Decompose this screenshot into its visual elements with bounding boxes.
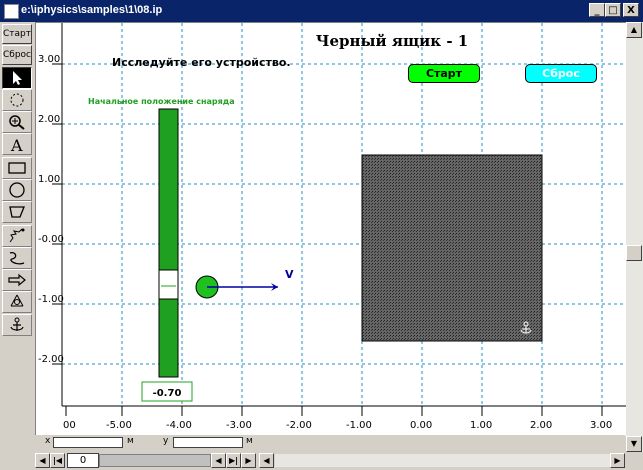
minimize-button[interactable]: _ — [589, 3, 605, 17]
reset-button[interactable]: Сброс — [2, 45, 32, 65]
rectangle-icon — [8, 162, 26, 174]
grid-lines: 00 -5.00 -4.00 -3.00 -2.00 -1.00 0.00 1.… — [38, 23, 626, 431]
rotate-icon — [10, 93, 24, 107]
x-tick-label: -3.00 — [226, 420, 252, 431]
slider-label: Начальное положение снаряда — [88, 97, 235, 106]
y-tick-label: -2.00 — [38, 354, 64, 365]
x-tick-label: -2.00 — [286, 420, 312, 431]
spring-tool[interactable] — [2, 225, 32, 247]
rotate-tool[interactable] — [2, 89, 32, 111]
circle-tool[interactable] — [2, 179, 32, 201]
position-slider-track[interactable] — [158, 108, 179, 378]
svg-text:A: A — [10, 136, 23, 152]
force-tool[interactable] — [2, 269, 32, 291]
page-number-field[interactable]: 0 — [67, 453, 99, 468]
y-coord-field — [173, 437, 243, 448]
x-coord-label: x — [45, 436, 51, 446]
zoom-icon — [9, 115, 25, 130]
close-button[interactable]: X — [623, 3, 639, 17]
y-tick-label: 2.00 — [38, 114, 60, 125]
spring-icon — [9, 228, 25, 243]
y-coord-label: y — [163, 436, 169, 446]
x-tick-labels: 00 -5.00 -4.00 -3.00 -2.00 -1.00 0.00 1.… — [63, 420, 612, 431]
x-tick-label: -1.00 — [346, 420, 372, 431]
page-last-icon[interactable]: ▶ — [241, 453, 256, 468]
scene-title: Черный ящик - 1 — [316, 32, 468, 50]
x-tick-label: 3.00 — [590, 420, 612, 431]
circle-icon — [9, 182, 25, 198]
rope-tool[interactable] — [2, 247, 32, 269]
pendulum-icon — [10, 294, 24, 307]
y-tick-label: -1.00 — [38, 294, 64, 305]
page-first-icon[interactable]: |◀ — [50, 453, 65, 468]
zoom-tool[interactable] — [2, 111, 32, 133]
text-tool[interactable]: A — [2, 133, 32, 155]
force-icon — [8, 273, 26, 287]
x-coord-field — [53, 437, 123, 448]
anchor-tool[interactable] — [2, 314, 32, 336]
scene-start-button[interactable]: Старт — [408, 64, 480, 83]
position-slider-thumb[interactable] — [158, 269, 179, 300]
title-bar: e:\iphysics\samples\1\08.ip _ □ X — [0, 0, 643, 22]
y-tick-label: -0.00 — [38, 234, 64, 245]
scene-subtitle: Исследуйте его устройство. — [112, 56, 291, 69]
text-icon: A — [10, 136, 23, 152]
horizontal-scrollbar: ◀ |◀ 0 ◀ ▶| ▶ ◀ ▶ — [35, 451, 626, 470]
polygon-icon — [9, 206, 25, 218]
scroll-down-icon[interactable]: ▼ — [626, 436, 642, 452]
x-tick-label: 0.00 — [410, 420, 432, 431]
vertical-scrollbar[interactable]: ▲ ▼ — [626, 22, 643, 452]
page-prev-icon[interactable]: ◀ — [211, 453, 226, 468]
simulation-canvas[interactable]: 00 -5.00 -4.00 -3.00 -2.00 -1.00 0.00 1.… — [35, 22, 626, 436]
x-tick-label: 00 — [63, 420, 76, 431]
window-title: e:\iphysics\samples\1\08.ip — [21, 4, 163, 16]
slider-value: -0.70 — [153, 388, 182, 399]
scroll-left-icon[interactable]: ◀ — [259, 453, 274, 468]
y-ticks — [52, 63, 62, 365]
x-tick-label: 2.00 — [530, 420, 552, 431]
maximize-button[interactable]: □ — [605, 3, 621, 17]
y-tick-labels: 3.00 2.00 1.00 -0.00 -1.00 -2.00 — [38, 54, 64, 365]
x-tick-label: 1.00 — [470, 420, 492, 431]
x-tick-label: -5.00 — [106, 420, 132, 431]
arrow-icon — [13, 71, 22, 85]
polygon-tool[interactable] — [2, 201, 32, 223]
y-tick-label: 3.00 — [38, 54, 60, 65]
scene-reset-button[interactable]: Сброс — [525, 64, 597, 83]
rectangle-tool[interactable] — [2, 157, 32, 179]
scroll-right-icon[interactable]: ▶ — [610, 453, 625, 468]
tool-palette: Старт Сброс A — [0, 22, 34, 470]
app-icon — [4, 4, 19, 19]
start-button[interactable]: Старт — [2, 24, 32, 44]
y-tick-label: 1.00 — [38, 174, 60, 185]
arrow-tool[interactable] — [2, 67, 32, 89]
anchor-icon — [10, 317, 24, 331]
x-unit-label: м — [127, 436, 134, 446]
scroll-up-icon[interactable]: ▲ — [626, 22, 642, 38]
black-box[interactable] — [361, 154, 543, 342]
scroll-thumb[interactable] — [626, 245, 642, 261]
rope-icon — [9, 252, 25, 265]
velocity-label: V — [285, 268, 294, 281]
page-track[interactable] — [99, 454, 211, 467]
scroll-left-icon[interactable]: ◀ — [35, 453, 50, 468]
page-next-icon[interactable]: ▶| — [226, 453, 241, 468]
coordinate-bar: x м y м — [35, 435, 625, 450]
x-ticks — [65, 406, 603, 416]
x-tick-label: -4.00 — [166, 420, 192, 431]
pendulum-tool[interactable] — [2, 291, 32, 313]
horizontal-track[interactable] — [275, 454, 625, 467]
y-unit-label: м — [246, 436, 253, 446]
